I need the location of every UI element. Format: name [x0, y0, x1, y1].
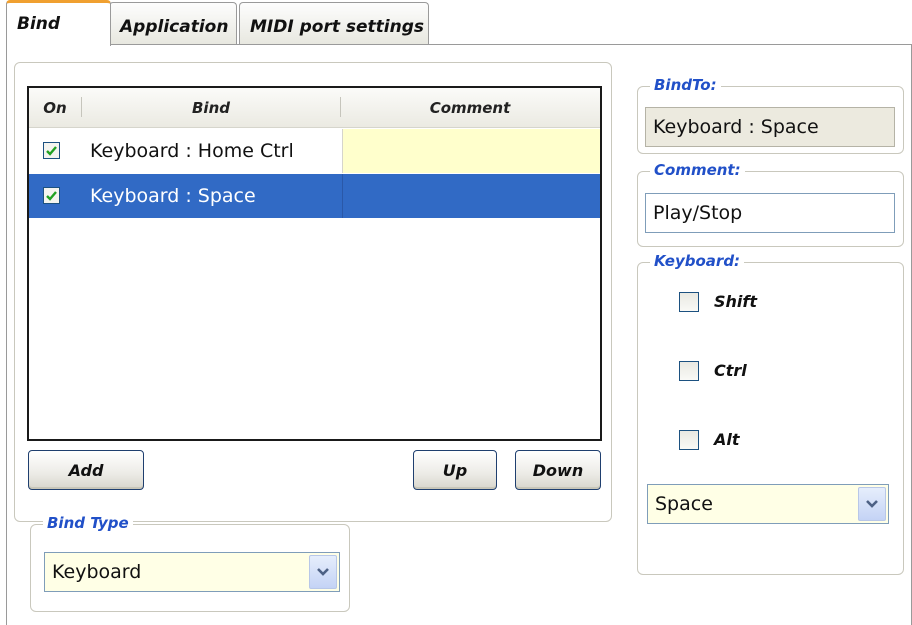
bind-to-field: Keyboard : Space — [645, 107, 895, 147]
alt-label: Alt — [714, 430, 740, 449]
comment-input[interactable]: Play/Stop — [645, 193, 895, 233]
table-header: On Bind Comment — [29, 88, 600, 128]
table-row[interactable]: Keyboard : Home Ctrl — [29, 129, 600, 173]
bind-type-title: Bind Type — [43, 514, 133, 532]
tab-midi-port-settings[interactable]: MIDI port settings — [239, 2, 429, 44]
keyboard-title: Keyboard: — [650, 252, 745, 270]
binds-table[interactable]: On Bind Comment Keyboard : Home Ctrl Key… — [27, 86, 602, 441]
tab-application[interactable]: Application — [109, 2, 237, 44]
row-enabled-checkbox[interactable] — [43, 142, 60, 159]
up-button[interactable]: Up — [413, 450, 497, 490]
dropdown-arrow-button[interactable] — [858, 487, 886, 521]
ctrl-checkbox[interactable] — [679, 361, 699, 381]
chevron-down-icon — [317, 568, 329, 576]
column-header-comment[interactable]: Comment — [341, 88, 599, 128]
ctrl-label: Ctrl — [714, 361, 747, 380]
key-value: Space — [655, 493, 713, 515]
row-comment-cell[interactable] — [342, 174, 600, 218]
row-enabled-checkbox[interactable] — [43, 187, 60, 204]
column-header-bind[interactable]: Bind — [82, 88, 340, 128]
checkmark-icon — [46, 191, 57, 201]
tab-midi-port-settings-label: MIDI port settings — [250, 17, 424, 37]
column-header-on[interactable]: On — [29, 88, 81, 128]
key-select[interactable]: Space — [647, 484, 889, 524]
row-on-cell — [29, 174, 82, 218]
bind-type-value: Keyboard — [52, 561, 142, 583]
add-button[interactable]: Add — [28, 450, 144, 490]
shift-label: Shift — [714, 292, 758, 311]
tab-bind[interactable]: Bind — [6, 0, 111, 46]
comment-title: Comment: — [650, 161, 745, 179]
bind-type-select[interactable]: Keyboard — [44, 552, 340, 592]
bind-to-title: BindTo: — [650, 76, 721, 94]
chevron-down-icon — [866, 500, 878, 508]
shift-checkbox[interactable] — [679, 292, 699, 312]
tab-application-label: Application — [120, 17, 229, 37]
bind-settings-window: Bind Application MIDI port settings On B… — [0, 0, 912, 625]
alt-checkbox[interactable] — [679, 430, 699, 450]
down-button[interactable]: Down — [515, 450, 601, 490]
checkmark-icon — [46, 146, 57, 156]
row-on-cell — [29, 129, 82, 173]
tab-bind-label: Bind — [17, 14, 61, 34]
table-row-selected[interactable]: Keyboard : Space — [29, 174, 600, 218]
row-bind-cell: Keyboard : Space — [90, 185, 256, 207]
dropdown-arrow-button[interactable] — [309, 555, 337, 589]
row-bind-cell: Keyboard : Home Ctrl — [82, 129, 342, 173]
row-comment-cell[interactable] — [342, 129, 600, 173]
keyboard-group: Keyboard: — [637, 252, 904, 575]
